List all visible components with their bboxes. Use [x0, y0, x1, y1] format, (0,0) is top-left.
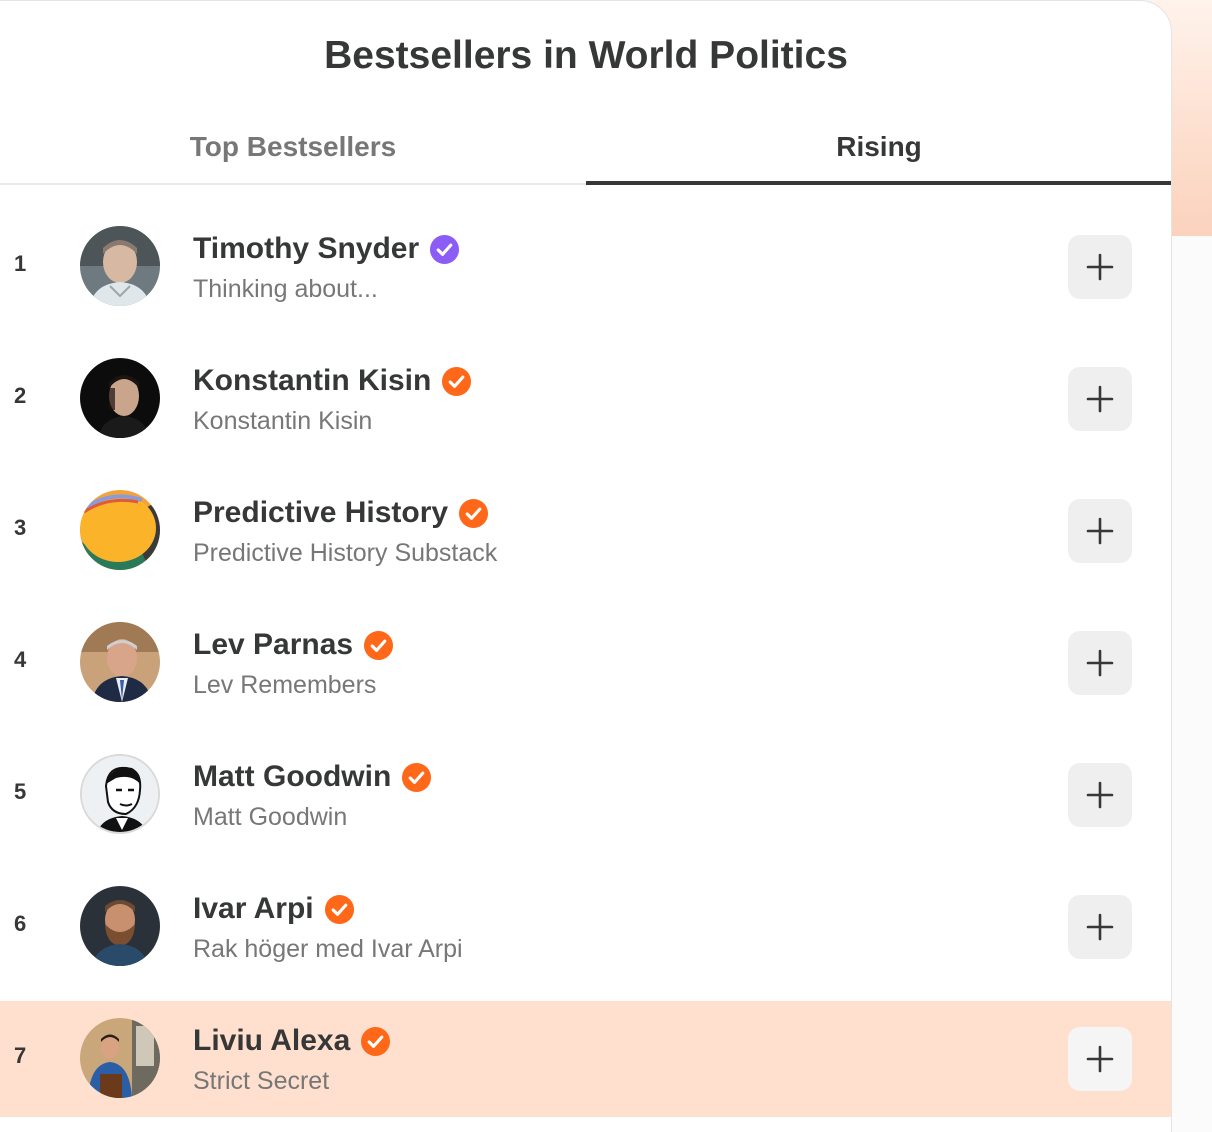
- plus-icon: [1086, 781, 1114, 809]
- rank-number: 5: [14, 779, 27, 804]
- author-name[interactable]: Predictive History: [193, 493, 448, 533]
- name-line: Ivar Arpi: [193, 889, 355, 929]
- rank-number: 7: [14, 1043, 27, 1068]
- plus-icon: [1086, 385, 1114, 413]
- name-line: Liviu Alexa: [193, 1021, 391, 1061]
- verified-check-badge-icon: [401, 762, 432, 793]
- plus-icon: [1086, 913, 1114, 941]
- verified-check-badge-icon: [363, 630, 394, 661]
- tab-rising[interactable]: Rising: [586, 113, 1171, 185]
- follow-button[interactable]: [1068, 1027, 1132, 1091]
- background-side: [1172, 236, 1212, 1132]
- plus-icon: [1086, 517, 1114, 545]
- publication-name: Predictive History Substack: [193, 539, 498, 567]
- avatar[interactable]: [80, 886, 160, 966]
- page-title: Bestsellers in World Politics: [324, 34, 848, 77]
- follow-button[interactable]: [1068, 235, 1132, 299]
- list-item[interactable]: 6 Ivar Arpi Rak höger med Ivar Arpi: [0, 861, 1171, 993]
- list-item[interactable]: 2 Konstantin Kisin Konstantin Kisin: [0, 333, 1171, 465]
- verified-check-badge-icon: [429, 234, 460, 265]
- list-item-highlighted[interactable]: 7 Liviu Alexa Strict Secret: [0, 1001, 1171, 1117]
- tab-top-bestsellers[interactable]: Top Bestsellers: [0, 113, 586, 183]
- plus-icon: [1086, 253, 1114, 281]
- name-line: Timothy Snyder: [193, 229, 460, 269]
- name-line: Konstantin Kisin: [193, 361, 472, 401]
- author-name[interactable]: Konstantin Kisin: [193, 361, 431, 401]
- follow-button[interactable]: [1068, 631, 1132, 695]
- avatar[interactable]: [80, 622, 160, 702]
- follow-button[interactable]: [1068, 895, 1132, 959]
- verified-check-badge-icon: [360, 1026, 391, 1057]
- publication-name: Thinking about...: [193, 275, 378, 303]
- avatar[interactable]: [80, 490, 160, 570]
- follow-button[interactable]: [1068, 367, 1132, 431]
- author-name[interactable]: Lev Parnas: [193, 625, 353, 665]
- verified-check-badge-icon: [324, 894, 355, 925]
- name-line: Lev Parnas: [193, 625, 394, 665]
- plus-icon: [1086, 649, 1114, 677]
- bestseller-list: 1 Timothy Snyder Thinking about... 2 Kon…: [0, 201, 1171, 1117]
- plus-icon: [1086, 1045, 1114, 1073]
- publication-name: Konstantin Kisin: [193, 407, 373, 435]
- rank-number: 4: [14, 647, 27, 672]
- rank-number: 3: [14, 515, 27, 540]
- verified-check-badge-icon: [441, 366, 472, 397]
- publication-name: Strict Secret: [193, 1067, 330, 1095]
- publication-name: Rak höger med Ivar Arpi: [193, 935, 463, 963]
- rank-number: 1: [14, 251, 27, 276]
- tab-bar: Top Bestsellers Rising: [0, 113, 1171, 185]
- avatar[interactable]: [80, 358, 160, 438]
- publication-name: Matt Goodwin: [193, 803, 348, 831]
- rank-number: 6: [14, 911, 27, 936]
- author-name[interactable]: Matt Goodwin: [193, 757, 391, 797]
- publication-name: Lev Remembers: [193, 671, 377, 699]
- verified-check-badge-icon: [458, 498, 489, 529]
- avatar[interactable]: [80, 1018, 160, 1098]
- author-name[interactable]: Ivar Arpi: [193, 889, 314, 929]
- follow-button[interactable]: [1068, 499, 1132, 563]
- list-item[interactable]: 5 Matt Goodwin Matt Goodwin: [0, 729, 1171, 861]
- name-line: Matt Goodwin: [193, 757, 432, 797]
- bestsellers-panel: Bestsellers in World Politics Top Bestse…: [0, 0, 1172, 1132]
- list-item[interactable]: 3 Predictive History Predictive History …: [0, 465, 1171, 597]
- author-name[interactable]: Timothy Snyder: [193, 229, 419, 269]
- follow-button[interactable]: [1068, 763, 1132, 827]
- rank-number: 2: [14, 383, 27, 408]
- author-name[interactable]: Liviu Alexa: [193, 1021, 350, 1061]
- avatar[interactable]: [80, 754, 160, 834]
- name-line: Predictive History: [193, 493, 489, 533]
- avatar[interactable]: [80, 226, 160, 306]
- list-item[interactable]: 1 Timothy Snyder Thinking about...: [0, 201, 1171, 333]
- list-item[interactable]: 4 Lev Parnas Lev Remembers: [0, 597, 1171, 729]
